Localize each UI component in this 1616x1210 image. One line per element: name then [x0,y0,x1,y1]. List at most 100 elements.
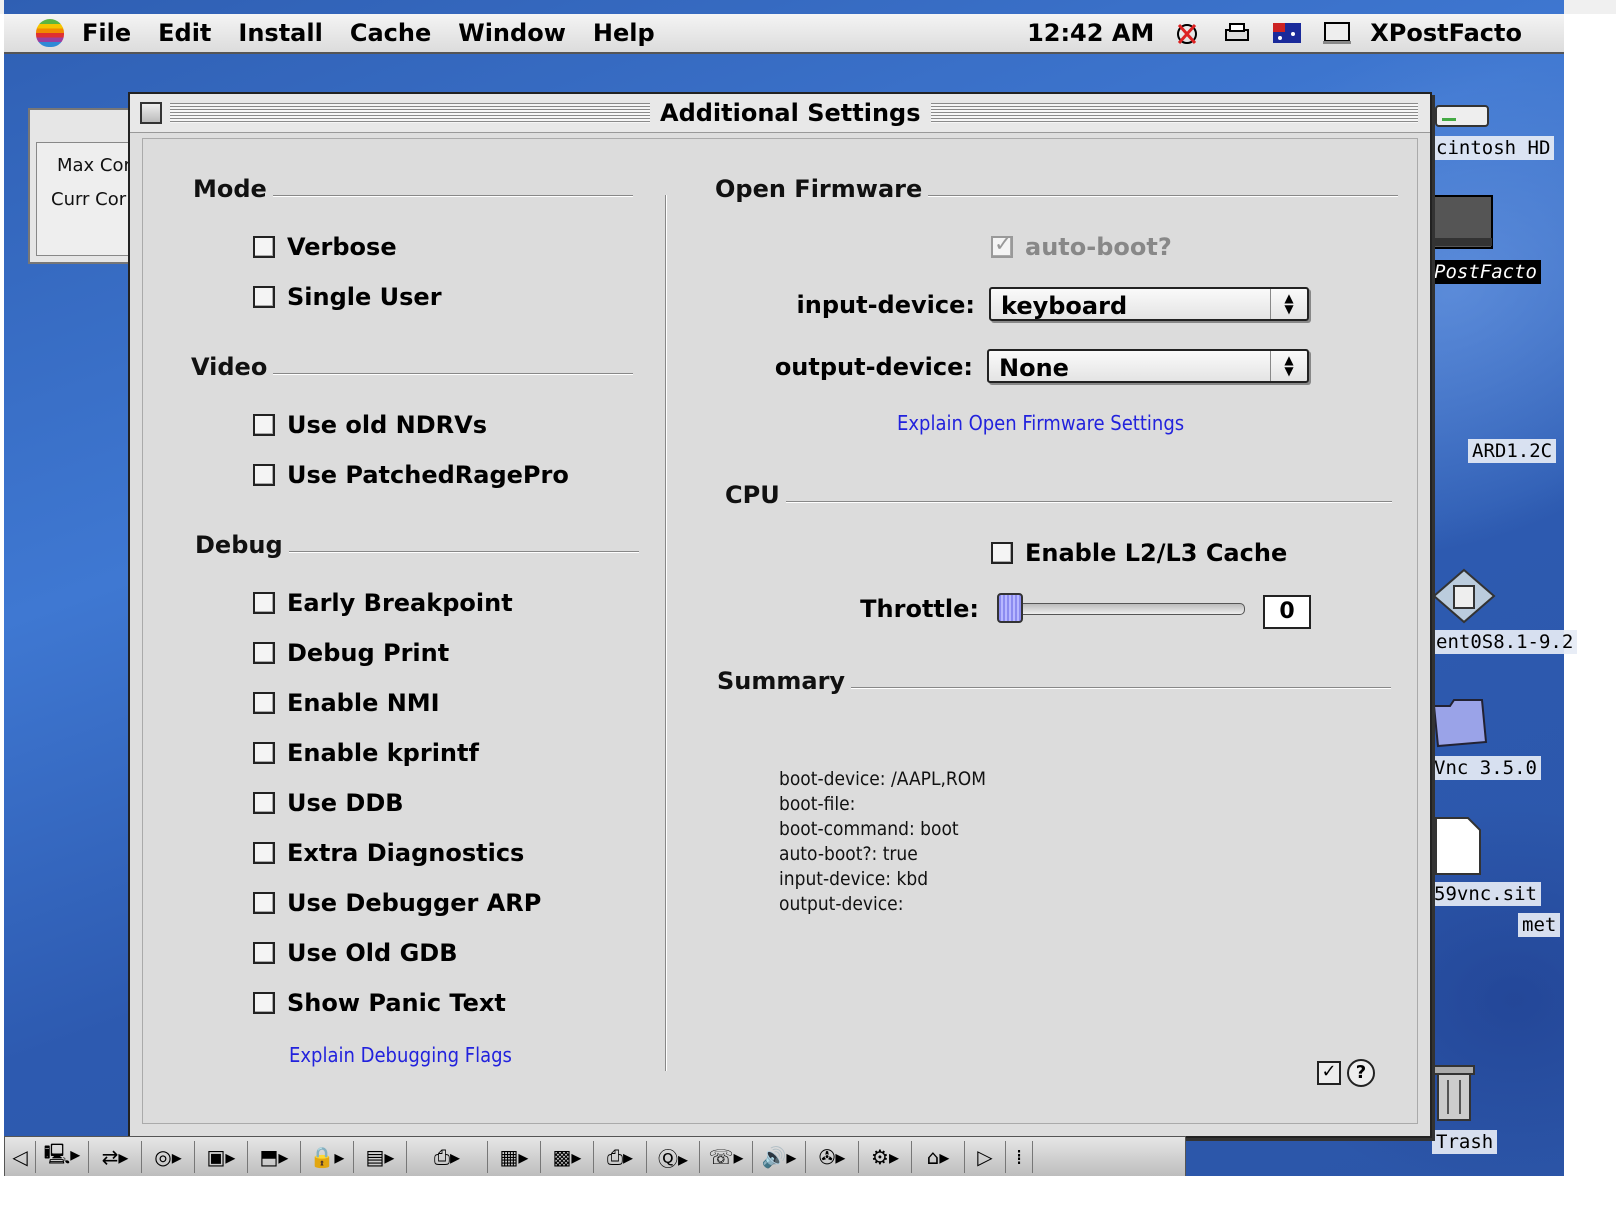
checkbox-box[interactable] [253,742,275,764]
cd-icon[interactable]: ◎▸ [142,1141,195,1173]
help-icon[interactable]: ? [1347,1059,1375,1087]
application-menu-icon[interactable] [1322,20,1352,46]
checkbox-box[interactable] [253,592,275,614]
use-old-ndrvs-checkbox[interactable]: Use old NDRVs [253,411,487,439]
default-printer-icon[interactable]: ⎙▸ [594,1141,647,1173]
keychain-icon[interactable]: ▤▸ [354,1141,407,1173]
input-device-popup[interactable]: keyboard ▲ ▼ [989,287,1309,321]
application-menu[interactable]: XPostFacto [1370,19,1522,47]
checkbox-label[interactable]: Enable L2/L3 Cache [1025,539,1287,567]
lock-icon[interactable]: 🔒▸ [301,1141,354,1173]
checkbox-label[interactable]: Enable NMI [287,689,440,717]
checkbox-box[interactable] [253,236,275,258]
control-strip-tab-icon[interactable]: ⁞ [1006,1141,1033,1173]
menu-help[interactable]: Help [593,19,655,47]
desktop-icon-vnc-folder[interactable]: Vnc 3.5.0 [1430,692,1541,780]
use-ddb-checkbox[interactable]: Use DDB [253,789,404,817]
window-titlebar[interactable]: Additional Settings [130,94,1430,133]
checkbox-label[interactable]: Use Old GDB [287,939,457,967]
enable-nmi-checkbox[interactable]: Enable NMI [253,689,440,717]
throttle-slider-thumb[interactable] [997,593,1023,623]
throttle-value-field[interactable]: 0 [1263,595,1311,629]
checkbox-label[interactable]: Use PatchedRagePro [287,461,569,489]
checkbox-label[interactable]: Single User [287,283,442,311]
alarm-icon[interactable] [1172,20,1202,46]
verbose-checkbox[interactable]: Verbose [253,233,397,261]
menu-cache[interactable]: Cache [350,19,431,47]
quicktime-icon[interactable]: Ⓠ▸ [647,1141,700,1173]
enable-cache-checkbox[interactable]: Enable L2/L3 Cache [991,539,1287,567]
checkbox-label[interactable]: Use Debugger ARP [287,889,541,917]
checkbox-label[interactable]: Show Panic Text [287,989,506,1017]
checkbox-box[interactable] [253,464,275,486]
color-depth-icon[interactable]: ▦▸ [488,1141,541,1173]
checkbox-box[interactable] [253,642,275,664]
printer-strip-icon[interactable]: ⎙▸ [407,1141,488,1173]
file-sharing-icon[interactable]: ⬒▸ [248,1141,301,1173]
use-debugger-arp-checkbox[interactable]: Use Debugger ARP [253,889,541,917]
apple-menu-icon[interactable] [36,19,64,47]
checkbox-label[interactable]: Extra Diagnostics [287,839,524,867]
resolution-icon[interactable]: ▩▸ [541,1141,594,1173]
open-firmware-heading-label: Open Firmware [715,175,923,203]
early-breakpoint-checkbox[interactable]: Early Breakpoint [253,589,513,617]
video-section-heading: Video [191,353,634,381]
speakable-items-icon[interactable]: ✇▸ [806,1141,859,1173]
desktop-icon-sit-file[interactable]: 59vnc.sit [1430,816,1541,906]
debug-section-heading: Debug [195,531,639,559]
checkbox-box[interactable] [253,892,275,914]
location-manager-icon[interactable]: ⌂▸ [912,1141,965,1173]
keyboard-layout-flag-icon[interactable] [1272,20,1302,46]
checkbox-box[interactable] [253,414,275,436]
control-strip-scroll-icon[interactable]: ▷ [965,1141,1006,1173]
checkbox-box[interactable] [253,692,275,714]
checkbox-label[interactable]: Debug Print [287,639,449,667]
desktop-icon-postfacto[interactable]: PostFacto [1430,194,1541,284]
debug-print-checkbox[interactable]: Debug Print [253,639,449,667]
remote-access-icon[interactable]: ☏▸ [700,1141,753,1173]
checkbox-box[interactable] [253,942,275,964]
checkbox-box[interactable] [253,286,275,308]
cpu-section-heading: CPU [725,481,1392,509]
desktop-icon-os-installer[interactable]: ent0S8.1-9.2 [1432,568,1578,654]
explain-open-firmware-link[interactable]: Explain Open Firmware Settings [897,411,1184,435]
menu-file[interactable]: File [82,19,131,47]
checkbox-label[interactable]: Verbose [287,233,397,261]
checkbox-box[interactable] [253,842,275,864]
throttle-slider-track[interactable] [1003,603,1245,615]
checkbox-box[interactable] [253,792,275,814]
use-old-gdb-checkbox[interactable]: Use Old GDB [253,939,457,967]
enable-kprintf-checkbox[interactable]: Enable kprintf [253,739,479,767]
desktop-icon-trash[interactable]: Trash [1432,1060,1498,1154]
appletalk-icon[interactable]: ⇄▸ [89,1141,142,1173]
popup-arrows-icon: ▲ ▼ [1270,351,1307,381]
menu-edit[interactable]: Edit [158,19,211,47]
desktop-icon-label: ARD1.2C [1468,439,1557,463]
control-strip-collapse-icon[interactable]: ◁ [5,1141,36,1173]
use-patchedragepro-checkbox[interactable]: Use PatchedRagePro [253,461,569,489]
output-device-popup[interactable]: None ▲ ▼ [987,349,1309,383]
menu-window[interactable]: Window [458,19,566,47]
checkbox-box[interactable] [253,992,275,1014]
checkbox-label[interactable]: Use DDB [287,789,404,817]
show-panic-text-checkbox[interactable]: Show Panic Text [253,989,506,1017]
web-sharing-icon[interactable]: ⚙▸ [859,1141,912,1173]
close-box-icon[interactable] [140,102,162,124]
explain-debugging-flags-link[interactable]: Explain Debugging Flags [289,1043,512,1067]
extra-diagnostics-checkbox[interactable]: Extra Diagnostics [253,839,524,867]
menubar-clock[interactable]: 12:42 AM [1027,19,1154,47]
desktop-icon-ard[interactable]: ARD1.2C [1468,438,1557,463]
desktop-icon-hard-disk[interactable]: cintosh HD [1432,98,1555,160]
printer-icon[interactable] [1222,20,1252,46]
checkbox-box[interactable] [991,542,1013,564]
desktop-icon-met[interactable]: met [1518,912,1561,937]
checkbox-label[interactable]: Use old NDRVs [287,411,487,439]
single-user-checkbox[interactable]: Single User [253,283,442,311]
menu-install[interactable]: Install [238,19,322,47]
computer-icon[interactable]: 🖳▸ [36,1141,89,1173]
checkbox-label[interactable]: Early Breakpoint [287,589,513,617]
apply-checkmark-icon[interactable]: ✓ [1317,1061,1341,1085]
monitor-icon[interactable]: ▣▸ [195,1141,248,1173]
sound-volume-icon[interactable]: 🔊▸ [753,1141,806,1173]
checkbox-label[interactable]: Enable kprintf [287,739,479,767]
